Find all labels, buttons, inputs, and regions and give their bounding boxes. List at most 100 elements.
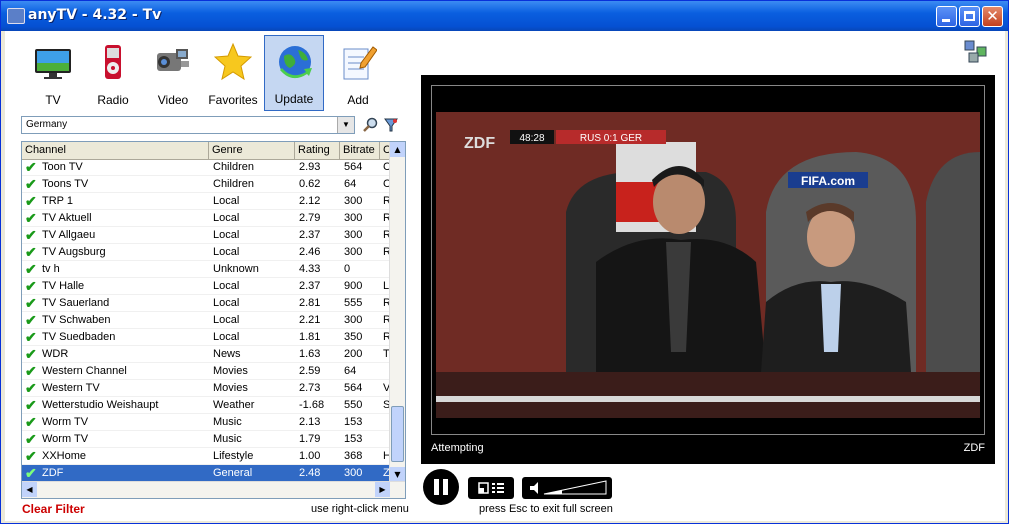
channel-rating: 2.48	[299, 467, 321, 479]
scroll-right-icon[interactable]: ▶	[375, 482, 390, 497]
esc-hint: press Esc to exit full screen	[479, 503, 613, 515]
table-row[interactable]: ✔ TV Allgaeu Local 2.37 300 R	[22, 227, 392, 244]
close-button[interactable]: ✕	[982, 6, 1003, 27]
scroll-up-icon[interactable]: ▲	[390, 142, 405, 157]
check-icon: ✔	[25, 431, 37, 447]
channel-rating: 2.81	[299, 297, 321, 309]
check-icon: ✔	[25, 329, 37, 345]
volume-slider[interactable]	[522, 477, 612, 499]
video-player[interactable]: FIFA.com 48:28 RUS 0:1 GER ZDF Attemptin…	[421, 75, 995, 464]
channel-bitrate: 0	[344, 263, 351, 275]
table-row[interactable]: ✔ TV Sauerland Local 2.81 555 R	[22, 295, 392, 312]
table-row[interactable]: ✔ TRP 1 Local 2.12 300 R	[22, 193, 392, 210]
check-icon: ✔	[25, 278, 37, 294]
add-label: Add	[347, 93, 369, 107]
country-select[interactable]: Germany ▼	[21, 116, 355, 134]
check-icon: ✔	[25, 261, 37, 277]
radio-label: Radio	[97, 93, 129, 107]
table-row[interactable]: ✔ TV Suedbaden Local 1.81 350 R	[22, 329, 392, 346]
volume-icon	[530, 480, 607, 495]
channel-list[interactable]: Channel Genre Rating Bitrate Co ✔ Toon TV…	[21, 141, 406, 499]
table-row[interactable]: ✔ WDR News 1.63 200 T	[22, 346, 392, 363]
channel-genre: Local	[213, 195, 240, 207]
network-cubes-icon[interactable]	[963, 39, 989, 65]
update-label: Update	[274, 92, 314, 106]
update-button[interactable]: Update	[264, 35, 324, 111]
maximize-button[interactable]	[959, 6, 980, 27]
tv-button[interactable]: TV	[25, 35, 81, 111]
channel-genre: Local	[213, 212, 240, 224]
table-row[interactable]: ✔ Toons TV Children 0.62 64 C	[22, 176, 392, 193]
channel-rating: 2.37	[299, 280, 321, 292]
clear-filter-link[interactable]: Clear Filter	[22, 502, 85, 516]
table-row[interactable]: ✔ Toon TV Children 2.93 564 C	[22, 159, 392, 176]
table-row[interactable]: ✔ TV Halle Local 2.37 900 L	[22, 278, 392, 295]
view-mode-icon	[478, 482, 504, 494]
channel-rating: 2.59	[299, 365, 321, 377]
pause-button[interactable]	[423, 469, 459, 505]
window-title: anyTV - 4.32 - Tv	[28, 7, 162, 23]
pause-icon	[434, 479, 439, 495]
favorites-button[interactable]: Favorites	[205, 35, 261, 111]
view-mode-button[interactable]	[468, 477, 514, 499]
table-row[interactable]: ✔ Wetterstudio Weishaupt Weather -1.68 550 S	[22, 397, 392, 414]
minimize-button[interactable]	[936, 6, 957, 27]
channel-bitrate: 300	[344, 229, 363, 241]
check-icon: ✔	[25, 397, 37, 413]
channel-genre: Local	[213, 314, 240, 326]
title-bar[interactable]: anyTV - 4.32 - Tv ✕	[1, 1, 1008, 31]
chevron-down-icon[interactable]: ▼	[337, 117, 354, 133]
app-window: anyTV - 4.32 - Tv ✕ TV Radio Video Favor…	[0, 0, 1009, 524]
channel-rating: 1.00	[299, 450, 321, 462]
channel-name: Western TV	[42, 382, 100, 394]
add-button[interactable]: Add	[330, 35, 386, 111]
channel-name: TRP 1	[42, 195, 73, 207]
channel-name: TV Augsburg	[42, 246, 106, 258]
table-row[interactable]: ✔ Worm TV Music 2.13 153	[22, 414, 392, 431]
horizontal-scrollbar[interactable]: ◀ ▶	[22, 481, 405, 498]
check-icon: ✔	[25, 176, 37, 192]
camcorder-icon	[157, 49, 189, 71]
check-icon: ✔	[25, 312, 37, 328]
column-header-bitrate[interactable]: Bitrate	[340, 142, 380, 159]
channel-rating: 0.62	[299, 178, 321, 190]
column-header-rating[interactable]: Rating	[295, 142, 340, 159]
channel-bitrate: 200	[344, 348, 363, 360]
column-header-channel[interactable]: Channel	[22, 142, 209, 159]
filter-icon[interactable]	[383, 117, 399, 133]
channel-bitrate: 350	[344, 331, 363, 343]
table-row[interactable]: ✔ Western TV Movies 2.73 564 V	[22, 380, 392, 397]
table-row[interactable]: ✔ Worm TV Music 1.79 153	[22, 431, 392, 448]
vertical-scrollbar[interactable]: ▲ ▼	[389, 142, 405, 482]
search-icon[interactable]	[363, 117, 379, 133]
scroll-down-icon[interactable]: ▼	[390, 467, 405, 482]
channel-bitrate: 153	[344, 433, 363, 445]
channel-name: Western Channel	[42, 365, 127, 377]
channel-genre: Local	[213, 331, 240, 343]
channel-name: TV Aktuell	[42, 212, 92, 224]
column-header-genre[interactable]: Genre	[209, 142, 295, 159]
channel-name: Toon TV	[42, 161, 83, 173]
channel-bitrate: 64	[344, 365, 357, 377]
channel-genre: Local	[213, 229, 240, 241]
radio-button[interactable]: Radio	[85, 35, 141, 111]
scroll-left-icon[interactable]: ◀	[22, 482, 37, 497]
channel-name: XXHome	[42, 450, 87, 462]
table-row[interactable]: ✔ TV Augsburg Local 2.46 300 R	[22, 244, 392, 261]
channel-bitrate: 64	[344, 178, 357, 190]
video-content: FIFA.com 48:28 RUS 0:1 GER ZDF	[436, 112, 980, 418]
table-row[interactable]: ✔ XXHome Lifestyle 1.00 368 H	[22, 448, 392, 465]
channel-rating: 2.46	[299, 246, 321, 258]
table-row[interactable]: ✔ TV Schwaben Local 2.21 300 R	[22, 312, 392, 329]
table-row[interactable]: ✔ ZDF General 2.48 300 Z	[22, 465, 392, 482]
channel-name: TV Allgaeu	[42, 229, 96, 241]
scroll-thumb[interactable]	[391, 406, 404, 462]
table-row[interactable]: ✔ Western Channel Movies 2.59 64	[22, 363, 392, 380]
list-rows: ✔ Toon TV Children 2.93 564 C ✔ Toons TV Childre…	[22, 159, 392, 482]
video-button[interactable]: Video	[145, 35, 201, 111]
scoreboard-time: 48:28	[519, 133, 544, 144]
table-row[interactable]: ✔ tv h Unknown 4.33 0	[22, 261, 392, 278]
table-row[interactable]: ✔ TV Aktuell Local 2.79 300 R	[22, 210, 392, 227]
channel-bitrate: 300	[344, 467, 363, 479]
channel-genre: Unknown	[213, 263, 259, 275]
